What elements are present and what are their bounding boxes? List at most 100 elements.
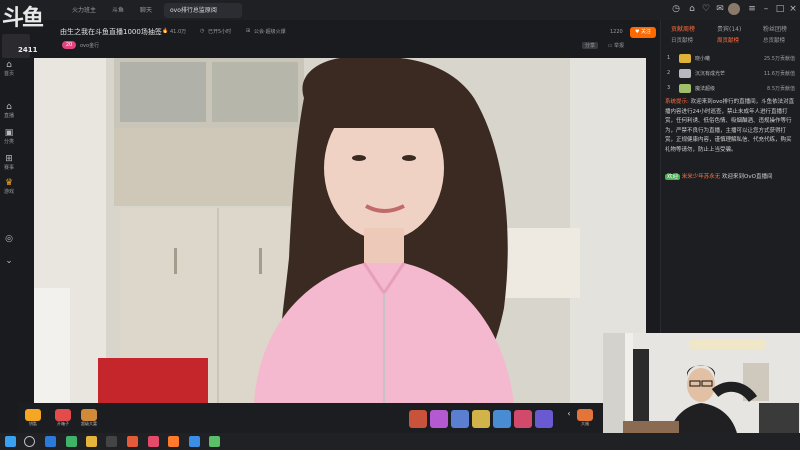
system-text: 欢迎来到ovo排行的直播间，斗鱼依法对直播内容进行24小时巡查，禁止未成年人进行… xyxy=(665,99,795,153)
heat-icon: 🔥 xyxy=(162,28,169,34)
fortune-label: 大福 xyxy=(581,421,589,426)
rank-row[interactable]: 2 沉沉有成光芒 11.6万贡献值 xyxy=(665,68,797,80)
nav-item-3[interactable]: ⊞ 赛事 xyxy=(0,154,18,171)
home-icon: ⌂ xyxy=(6,60,12,70)
key-icon xyxy=(25,409,41,421)
viewer-icon: ◷ xyxy=(200,28,205,34)
subtab-total[interactable]: 总贡献榜 xyxy=(763,36,785,44)
tab-vip[interactable]: 贵宾(14) xyxy=(717,24,741,33)
anchor-name[interactable]: ovo金行 xyxy=(80,42,99,49)
follow-button[interactable]: ♥ 关注 xyxy=(630,27,656,38)
edge-icon[interactable] xyxy=(45,436,56,447)
player-bar: 钥匙 开箱子 超级大富 ‹ 大福 xyxy=(18,403,658,433)
app-icon[interactable] xyxy=(106,436,117,447)
tab-active[interactable]: ovo排行总监原阅 xyxy=(164,3,242,18)
close-icon[interactable]: × xyxy=(787,3,799,15)
minimize-icon[interactable]: – xyxy=(760,3,772,15)
gift-slot[interactable] xyxy=(514,410,532,428)
stream-category[interactable]: 公会·超级火爆 xyxy=(254,28,286,35)
subtab-daily[interactable]: 日贡献榜 xyxy=(671,36,693,44)
rank-badge xyxy=(679,69,691,78)
home-alt-icon: ⌂ xyxy=(6,102,12,112)
clock-icon[interactable]: ◷ xyxy=(670,3,682,15)
follow-label: 关注 xyxy=(641,29,652,35)
windows-start-icon[interactable] xyxy=(5,436,16,447)
rank-row[interactable]: 1 晓小曦 25.5万贡献值 xyxy=(665,53,797,65)
tab-2[interactable]: 聊天 xyxy=(134,3,158,18)
stream-header: 由生之我在斗鱼直播1000场抽签 🔥 41.0万 ◷ 已开5小时 ⊞ 公会·超级… xyxy=(34,22,656,56)
heart-icon[interactable]: ♡ xyxy=(700,3,712,15)
heat-value: 41.0万 xyxy=(170,29,187,35)
open-box-button[interactable]: 开箱子 xyxy=(52,409,74,429)
app-icon[interactable] xyxy=(209,436,220,447)
gift-slot[interactable] xyxy=(451,410,469,428)
nav-more[interactable]: ⌄ xyxy=(0,256,18,266)
level-badge: 20 xyxy=(62,41,76,49)
app-icon[interactable] xyxy=(189,436,200,447)
rank-row[interactable]: 3 魔法超级 8.5万贡献值 xyxy=(665,83,797,95)
gift-slot[interactable] xyxy=(409,410,427,428)
fortune-icon xyxy=(577,409,593,421)
gift-slot[interactable] xyxy=(472,410,490,428)
gift-slot[interactable] xyxy=(493,410,511,428)
nav-item-2[interactable]: ▣ 分类 xyxy=(0,128,18,145)
nav-label: 分类 xyxy=(3,139,14,145)
douyu-client-window: 火力班主 斗鱼 聊天 ovo排行总监原阅 ◷ ⌂ ♡ ✉ ≡ – □ × 斗鱼 … xyxy=(0,0,800,450)
pip-frame xyxy=(603,333,800,445)
stream-video[interactable] xyxy=(34,58,646,403)
open-box-label: 开箱子 xyxy=(57,421,69,426)
live-icon: ▣ xyxy=(4,128,14,138)
chrome-icon[interactable] xyxy=(86,436,97,447)
super-rich-button[interactable]: 超级大富 xyxy=(78,409,100,429)
rank-value: 25.5万贡献值 xyxy=(763,56,795,62)
nav-label: 直播 xyxy=(3,113,14,119)
fortune-button[interactable]: 大福 xyxy=(574,409,596,429)
search-icon[interactable] xyxy=(24,436,35,447)
rank-name: 晓小曦 xyxy=(695,56,711,62)
tab-weekly-rank[interactable]: 贡献周榜 xyxy=(671,24,695,33)
welcome-text: 欢迎来到OvO直播间 xyxy=(722,174,773,180)
rank-num: 1 xyxy=(667,55,671,61)
gift-slot[interactable] xyxy=(535,410,553,428)
live-duration: 已开5小时 xyxy=(208,29,232,35)
rank-num: 2 xyxy=(667,70,671,76)
game-icon: ◎ xyxy=(5,234,13,244)
rank-value: 11.6万贡献值 xyxy=(763,71,795,77)
subtab-weekly[interactable]: 周贡献榜 xyxy=(717,36,739,44)
tab-fans[interactable]: 粉丝团榜 xyxy=(763,24,787,33)
key-label: 钥匙 xyxy=(29,421,37,426)
nav-item-0[interactable]: ⌂ 首页 xyxy=(0,60,18,77)
douyu-taskbar-icon[interactable] xyxy=(168,436,179,447)
maximize-icon[interactable]: □ xyxy=(774,3,786,15)
key-button[interactable]: 钥匙 xyxy=(22,409,44,429)
rank-value: 8.5万贡献值 xyxy=(767,86,795,92)
rank-badge xyxy=(679,54,691,63)
report-button[interactable]: 举报 xyxy=(614,43,624,49)
app-icon[interactable] xyxy=(148,436,159,447)
share-button[interactable]: 分享 xyxy=(582,42,599,49)
gift-icon[interactable]: ⌂ xyxy=(686,3,698,15)
pip-camera[interactable] xyxy=(603,333,800,445)
welcome-user[interactable]: 米米少年苏永无 xyxy=(682,174,721,180)
rank-num: 3 xyxy=(667,85,671,91)
rank-name: 沉沉有成光芒 xyxy=(695,71,726,77)
tab-0[interactable]: 火力班主 xyxy=(66,3,102,18)
video-frame xyxy=(34,58,646,403)
nav-item-4[interactable]: ♛ 游戏 xyxy=(0,178,18,195)
app-icon[interactable] xyxy=(127,436,138,447)
avatar[interactable] xyxy=(728,3,740,15)
gift-slot[interactable] xyxy=(430,410,448,428)
trophy-icon: ♛ xyxy=(4,178,14,188)
message-icon[interactable]: ✉ xyxy=(714,3,726,15)
nav-item-1[interactable]: ⌂ 直播 xyxy=(0,102,18,119)
nav-item-5[interactable]: ◎ xyxy=(0,234,18,244)
app-icon[interactable] xyxy=(66,436,77,447)
tab-1[interactable]: 斗鱼 xyxy=(106,3,130,18)
nav-label: 首页 xyxy=(3,71,14,77)
menu-icon[interactable]: ≡ xyxy=(746,3,758,15)
windows-taskbar xyxy=(0,433,800,450)
rank-badge xyxy=(679,84,691,93)
action-row: 分享 ▭ 举报 xyxy=(582,42,624,49)
screen-icon[interactable]: ▭ xyxy=(608,43,613,49)
nav-label: 赛事 xyxy=(3,165,14,171)
